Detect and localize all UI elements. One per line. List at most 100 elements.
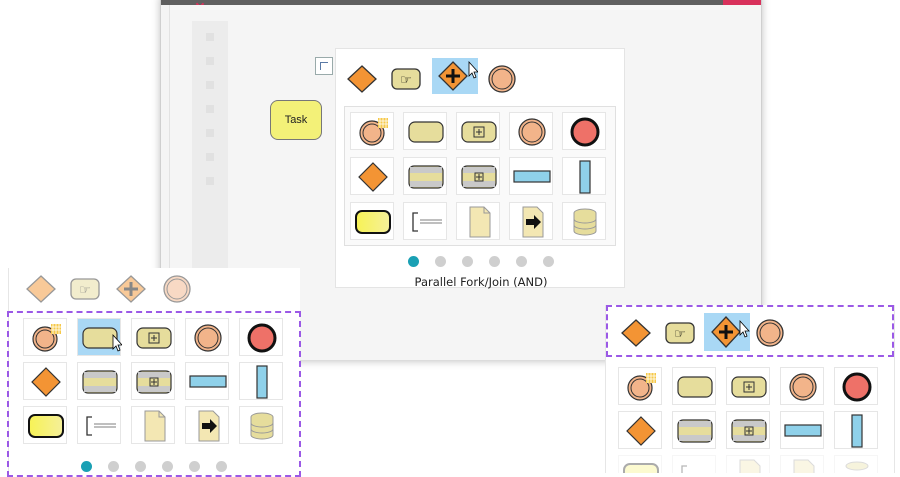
tool-data-object[interactable] (456, 202, 500, 240)
tool-parallel-gateway[interactable] (432, 58, 478, 94)
tool-subprocess[interactable] (131, 318, 175, 356)
data-store-icon (250, 412, 274, 440)
tool-horizontal-pool[interactable] (185, 362, 229, 400)
hand-pointer-icon: ☞ (665, 322, 695, 344)
tool-timer-event[interactable] (23, 318, 67, 356)
tool-annotation[interactable] (77, 406, 121, 444)
tool-vertical-pool[interactable] (239, 362, 283, 400)
tool-data-input[interactable] (185, 406, 229, 444)
tool-data-store[interactable] (239, 406, 283, 444)
tool-data-store[interactable] (562, 202, 606, 240)
gateway-diamond-icon (31, 367, 61, 397)
svg-text:☞: ☞ (400, 73, 412, 88)
tool-gateway[interactable] (618, 411, 662, 449)
tool-yellow-task[interactable] (350, 202, 394, 240)
horizontal-pool-icon (784, 424, 822, 437)
tool-task-shape-selected[interactable] (77, 318, 122, 356)
tool-subprocess[interactable] (456, 112, 500, 150)
tool-striped-task[interactable] (403, 157, 447, 195)
exclusive-gateway-icon (347, 65, 377, 93)
tool-event-circle[interactable] (484, 62, 520, 96)
data-object-icon (144, 410, 166, 442)
tool-striped-task[interactable] (672, 411, 716, 449)
tool-exclusive-gateway[interactable] (618, 316, 654, 350)
tool-intermediate-event[interactable] (780, 367, 824, 405)
tool-subprocess[interactable] (726, 367, 770, 405)
page-dot-4[interactable] (489, 256, 500, 267)
tool-annotation[interactable] (672, 455, 716, 473)
vertical-pool-icon (579, 160, 591, 194)
tool-data-object[interactable] (131, 406, 175, 444)
page-dot-2[interactable] (108, 461, 119, 472)
tool-task-shape[interactable] (672, 367, 716, 405)
data-object-icon (739, 459, 761, 473)
striped-subprocess-icon (461, 165, 497, 189)
event-circle-icon (163, 275, 191, 303)
task-shape-icon (677, 376, 713, 398)
tool-event-circle[interactable] (752, 316, 788, 350)
tool-exclusive-gateway[interactable] (344, 62, 380, 96)
tool-striped-subprocess[interactable] (726, 411, 770, 449)
tool-task-shape[interactable] (403, 112, 447, 150)
tool-gateway[interactable] (23, 362, 67, 400)
tool-intermediate-event[interactable] (185, 318, 229, 356)
shape-palette: ☞ Parallel Fork/Join (AND) (335, 48, 625, 289)
tool-vertical-pool[interactable] (834, 411, 878, 449)
tool-timer-event[interactable] (350, 112, 394, 150)
page-dot-5[interactable] (189, 461, 200, 472)
tool-horizontal-pool[interactable] (509, 157, 553, 195)
gateway-diamond-icon (358, 162, 388, 192)
hand-pointer-icon: ☞ (391, 68, 421, 90)
page-dot-6[interactable] (216, 461, 227, 472)
tool-striped-task[interactable] (77, 362, 121, 400)
striped-subprocess-icon (136, 370, 172, 394)
tool-intermediate-event[interactable] (509, 112, 553, 150)
tool-hand-pointer-faded[interactable]: ☞ (67, 272, 103, 306)
yellow-task-icon (28, 414, 64, 438)
annotation-bracket-icon (681, 465, 687, 473)
tool-yellow-task[interactable] (618, 455, 662, 473)
page-dot-1[interactable] (81, 461, 92, 472)
page-dot-3[interactable] (462, 256, 473, 267)
ruler-mark (206, 105, 214, 113)
tool-yellow-task[interactable] (23, 406, 67, 444)
tool-vertical-pool[interactable] (562, 157, 606, 195)
yellow-task-icon (355, 210, 391, 234)
parallel-gateway-icon (116, 275, 146, 303)
data-input-icon (198, 410, 220, 442)
tool-timer-event[interactable] (618, 367, 662, 405)
page-dot-4[interactable] (162, 461, 173, 472)
page-dot-2[interactable] (435, 256, 446, 267)
tool-exclusive-gateway-faded[interactable] (23, 272, 59, 306)
tool-hand-pointer[interactable]: ☞ (388, 62, 424, 96)
tool-data-input[interactable] (509, 202, 553, 240)
tool-striped-subprocess[interactable] (456, 157, 500, 195)
tool-data-store[interactable] (834, 455, 878, 473)
tool-data-input[interactable] (780, 455, 824, 473)
tool-parallel-gateway[interactable] (704, 313, 750, 351)
tool-parallel-gateway-faded[interactable] (113, 272, 149, 306)
tool-horizontal-pool[interactable] (780, 411, 824, 449)
tool-striped-subprocess[interactable] (131, 362, 175, 400)
page-dot-6[interactable] (543, 256, 554, 267)
annotation-bracket-icon (412, 212, 442, 232)
data-store-icon (573, 208, 597, 236)
page-dot-5[interactable] (516, 256, 527, 267)
striped-task-icon (82, 370, 118, 394)
tool-end-event[interactable] (562, 112, 606, 150)
task-node[interactable]: Task (270, 100, 322, 140)
subprocess-icon (136, 327, 172, 349)
tool-data-object[interactable] (726, 455, 770, 473)
tool-hand-pointer[interactable]: ☞ (662, 316, 698, 350)
tool-annotation[interactable] (403, 202, 447, 240)
ruler-mark (206, 81, 214, 89)
tool-end-event[interactable] (239, 318, 283, 356)
tool-gateway[interactable] (350, 157, 394, 195)
page-dot-1[interactable] (408, 256, 419, 267)
data-input-icon (793, 459, 815, 473)
ruler-mark (206, 129, 214, 137)
tool-event-circle-faded[interactable] (159, 272, 195, 306)
tool-end-event[interactable] (834, 367, 878, 405)
connector-icon[interactable] (315, 57, 333, 75)
page-dot-3[interactable] (135, 461, 146, 472)
